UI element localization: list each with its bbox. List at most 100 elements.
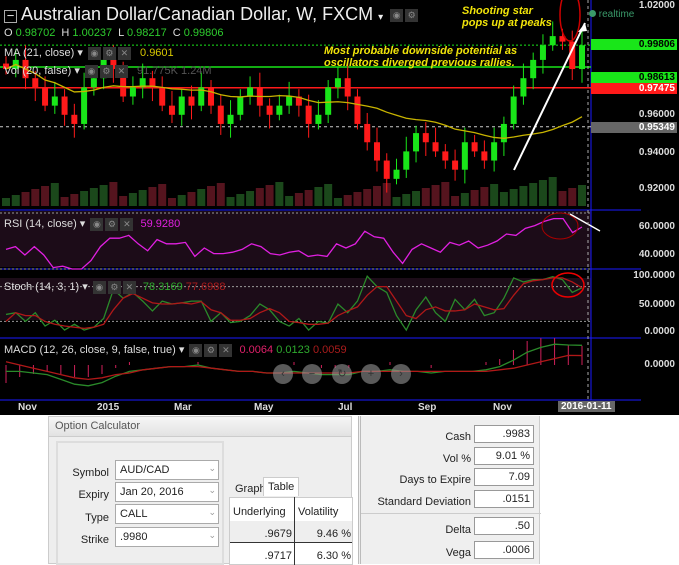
tab-table[interactable]: Table xyxy=(263,477,300,496)
vol-field[interactable]: 9.01 % xyxy=(474,447,534,465)
macd-legend[interactable]: MACD (12, 26, close, 9, false, true) ▾ ◉… xyxy=(4,343,347,357)
candle-body xyxy=(422,133,429,143)
gear-icon[interactable]: ⚙ xyxy=(405,8,419,22)
volume-bar xyxy=(109,182,118,206)
volume-bar xyxy=(148,187,157,206)
downside-annotation: Most probable downside potential as oscil… xyxy=(324,45,517,69)
rsi-legend[interactable]: RSI (14, close) ▾ ◉ ⚙ ✕ 59.9280 xyxy=(4,217,180,231)
type-select[interactable]: CALL ⌄ xyxy=(115,504,219,524)
candle-body xyxy=(90,78,97,88)
volume-bar xyxy=(31,189,40,206)
volume-bar xyxy=(343,195,352,206)
label: 1.00237 xyxy=(72,27,113,39)
days-label: Days to Expire xyxy=(399,474,471,486)
ma-legend[interactable]: MA (21, close) ▾ ◉ ⚙ ✕ 0.9601 xyxy=(4,46,174,60)
candle-body xyxy=(129,87,136,97)
volume-bar xyxy=(2,198,10,206)
price-chart[interactable]: − Australian Dollar/Canadian Dollar, W, F… xyxy=(0,0,679,415)
divider xyxy=(361,513,541,514)
candle-body xyxy=(237,96,244,115)
volume-bar xyxy=(246,191,255,206)
label: Vol (20, false) xyxy=(4,65,72,77)
label: 59.9280 xyxy=(140,218,181,230)
collapse-icon[interactable]: − xyxy=(4,9,17,23)
option-calculator: Option Calculator Symbol AUD/CAD ⌄ Expiry… xyxy=(48,416,353,565)
candle-body xyxy=(168,105,175,115)
ma-marker: 0.95349 xyxy=(591,122,677,133)
volume-bar xyxy=(372,186,381,206)
cash-field[interactable]: .9983 xyxy=(474,425,534,443)
label: 0.0123 xyxy=(276,344,310,356)
delta-field[interactable]: .50 xyxy=(474,517,534,535)
label: 0.9601 xyxy=(140,47,174,59)
volume-bar xyxy=(499,192,508,206)
label: .9679 xyxy=(264,528,292,540)
symbol-select[interactable]: AUD/CAD ⌄ xyxy=(115,460,219,480)
price-tick: 0.96000 xyxy=(638,109,675,120)
label: .9717 xyxy=(264,550,292,562)
reset-button[interactable]: ↻ xyxy=(332,364,352,384)
volume-bar xyxy=(402,194,411,206)
close-icon: ✕ xyxy=(120,217,134,231)
volume-bar xyxy=(226,197,235,206)
chevron-down-icon[interactable]: ▾ xyxy=(378,12,383,23)
volume-bar xyxy=(578,185,586,206)
vol-label: Vol % xyxy=(442,453,471,465)
eye-icon: ◉ xyxy=(87,46,101,60)
label: 6.30 % xyxy=(316,550,351,562)
vega-label: Vega xyxy=(445,547,471,559)
label: 0.0059 xyxy=(312,344,347,356)
candle-body xyxy=(208,87,215,106)
label: Most probable downside potential as xyxy=(324,45,518,57)
days-field[interactable]: 7.09 xyxy=(474,468,534,486)
gear-icon: ⚙ xyxy=(105,217,119,231)
scroll-right-button[interactable]: › xyxy=(391,364,411,384)
strike-label: Strike xyxy=(80,534,109,546)
label: L xyxy=(118,27,124,39)
candle-body xyxy=(51,96,58,106)
candle-body xyxy=(61,96,68,115)
stddev-field[interactable]: .0151 xyxy=(474,490,534,508)
close-price-marker: 0.99806 xyxy=(591,39,677,50)
volume-bar xyxy=(21,192,30,206)
symbol-label: Symbol xyxy=(72,467,109,479)
expiry-select[interactable]: Jan 20, 2016 ⌄ xyxy=(115,482,219,502)
eye-icon[interactable]: ◉ xyxy=(390,8,404,22)
volume-bar xyxy=(421,188,430,206)
volume-bar xyxy=(207,186,216,206)
chevron-down-icon: ⌄ xyxy=(208,530,216,540)
candle-body xyxy=(364,123,371,143)
eye-icon: ◉ xyxy=(92,280,106,294)
zoom-out-button[interactable]: − xyxy=(302,364,322,384)
candle-body xyxy=(188,96,195,106)
stoch-legend[interactable]: Stoch (14, 3, 1) ▾ ◉ ⚙ ✕ 78.3169 77.6988 xyxy=(4,280,226,294)
type-label: Type xyxy=(85,512,109,524)
candle-body xyxy=(373,142,380,161)
scroll-left-button[interactable]: ‹ xyxy=(273,364,293,384)
candle-body xyxy=(500,123,507,143)
strike-select[interactable]: .9980 ⌄ xyxy=(115,527,219,547)
volume-bar xyxy=(167,198,176,206)
vol-legend[interactable]: Vol (20, false) ▾ ◉ ⚙ ✕ 91.775K 1.24M xyxy=(4,64,212,78)
label: 0.98217 xyxy=(126,27,167,39)
stddev-label: Standard Deviation xyxy=(377,496,471,508)
highlight-circle xyxy=(559,0,581,42)
time-tick: May xyxy=(254,402,274,413)
volume-bar xyxy=(529,183,538,206)
label: RSI (14, close) xyxy=(4,218,77,230)
chart-title[interactable]: − Australian Dollar/Canadian Dollar, W, F… xyxy=(4,4,419,25)
candle-body xyxy=(413,133,420,152)
label: Jan 20, 2016 xyxy=(120,486,184,498)
candle-body xyxy=(530,59,537,79)
candle-body xyxy=(247,87,254,97)
volume-bar xyxy=(265,185,274,206)
stoch-tick: 50.0000 xyxy=(638,299,675,310)
column-divider xyxy=(294,497,295,565)
candle-body xyxy=(520,78,527,97)
vega-field[interactable]: .0006 xyxy=(474,541,534,559)
eye-icon: ◉ xyxy=(90,217,104,231)
label: 9.46 % xyxy=(316,528,351,540)
support-marker: 0.98613 xyxy=(591,72,677,83)
volume-bar xyxy=(333,198,342,206)
zoom-in-button[interactable]: + xyxy=(361,364,381,384)
